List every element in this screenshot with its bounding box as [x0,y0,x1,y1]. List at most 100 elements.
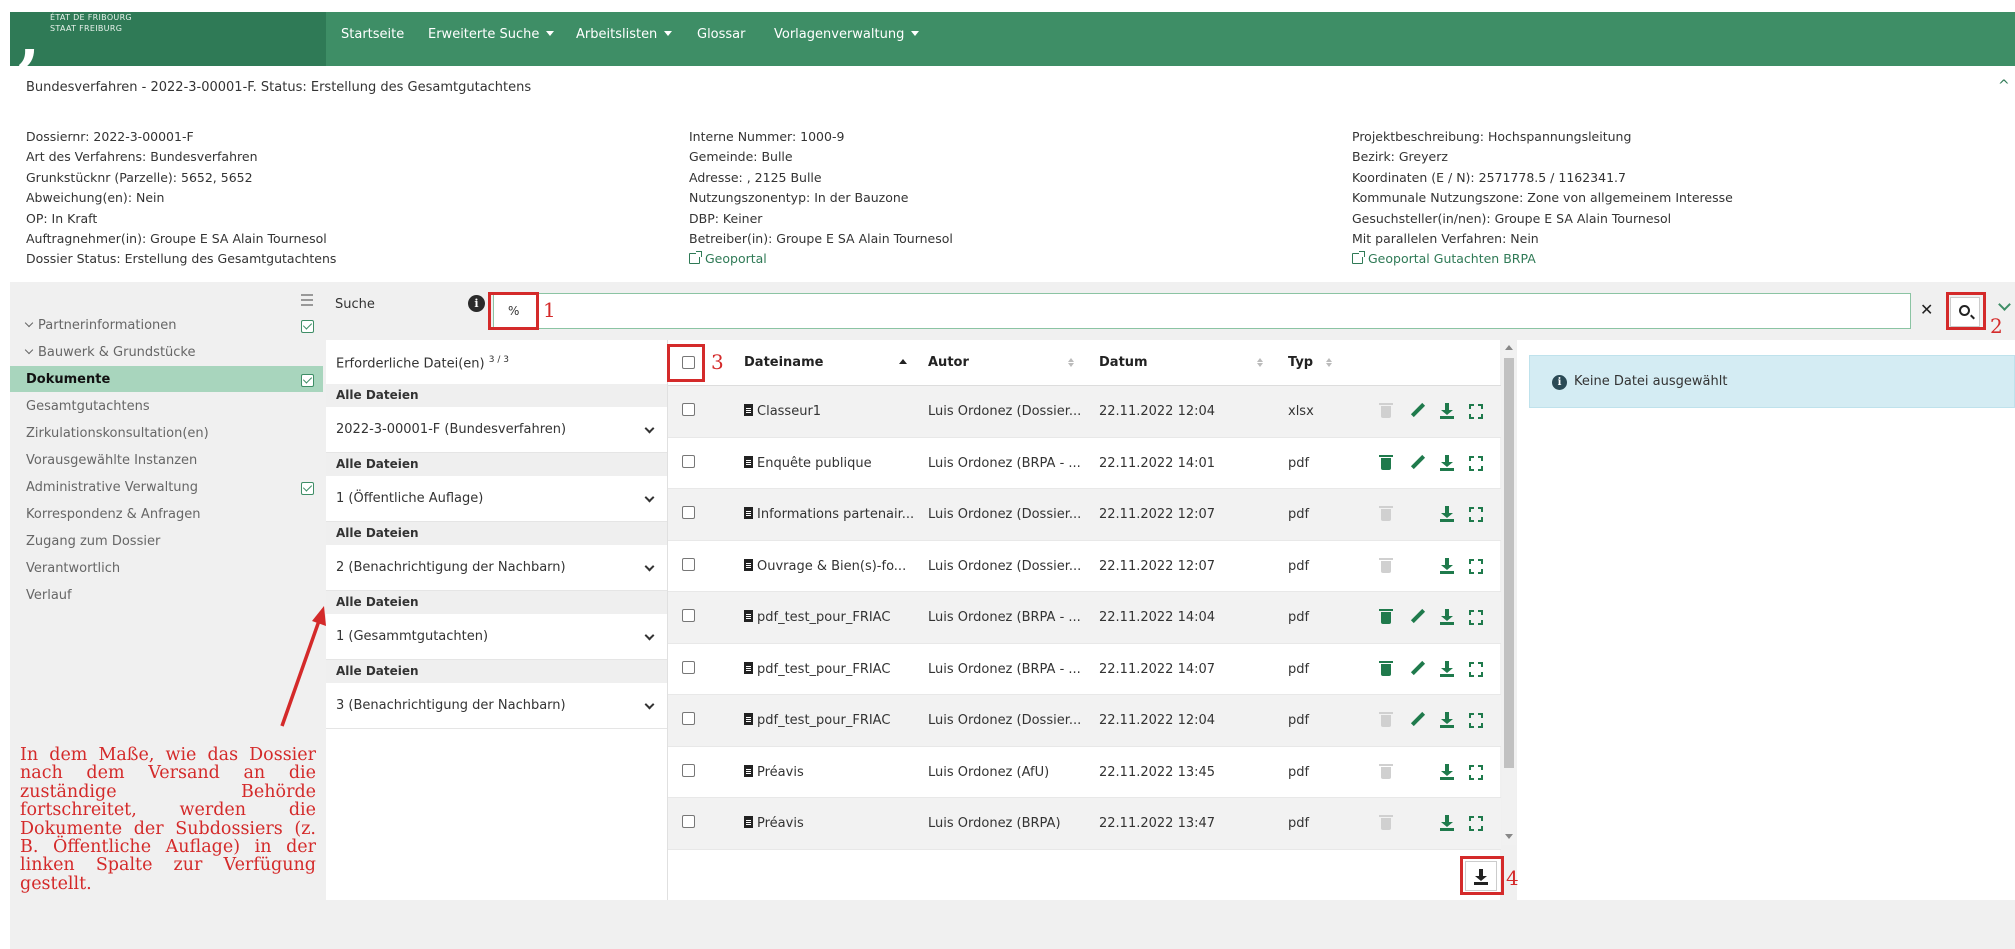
sidebar-item-3[interactable]: Gesamtgutachtens [26,399,150,414]
table-row[interactable]: Préavis Luis Ordonez (BRPA) 22.11.2022 13:… [668,798,1501,850]
sidebar-item-7[interactable]: Korrespondenz & Anfragen [26,507,200,522]
info-icon[interactable]: i [468,295,485,312]
fullscreen-icon[interactable] [1468,454,1484,472]
subdossier-select[interactable]: 3 (Benachrichtigung der Nachbarn) [326,683,667,729]
file-name-cell[interactable]: pdf_test_pour_FRIAC [744,661,890,677]
subdossier-select[interactable]: 2022-3-00001-F (Bundesverfahren) [326,407,667,453]
nav-item-1[interactable]: Erweiterte Suche [428,12,555,66]
hamburger-icon[interactable] [301,294,313,309]
fullscreen-icon[interactable] [1468,763,1484,781]
nav-item-label: Startseite [341,27,405,42]
row-checkbox[interactable] [682,609,695,622]
table-row[interactable]: Informations partenair... Luis Ordonez (D… [668,489,1501,541]
column-header-datum[interactable]: Datum [1099,355,1148,370]
nav-item-2[interactable]: Arbeitslisten [576,12,673,66]
table-row[interactable]: Enquête publique Luis Ordonez (BRPA - ...… [668,438,1501,489]
row-checkbox[interactable] [682,506,695,519]
row-checkbox[interactable] [682,660,695,674]
sidebar-item-5[interactable]: Vorausgewählte Instanzen [26,453,197,468]
scrollbar-thumb[interactable] [1504,358,1514,768]
sidebar-item-8[interactable]: Zugang zum Dossier [26,534,160,549]
row-checkbox[interactable] [682,815,695,828]
column-header-autor[interactable]: Autor [928,355,969,370]
file-name-cell[interactable]: pdf_test_pour_FRIAC [744,610,890,625]
file-name-cell[interactable]: Préavis [744,764,804,780]
date-cell: 22.11.2022 12:04 [1099,713,1216,728]
table-row[interactable]: Préavis Luis Ordonez (AfU) 22.11.2022 13:4… [668,747,1501,798]
row-checkbox[interactable] [682,763,695,777]
scroll-up-icon[interactable] [1505,345,1513,350]
column-header-typ[interactable]: Typ [1288,355,1313,370]
trash-icon[interactable] [1379,660,1395,678]
pencil-icon[interactable] [1410,660,1426,678]
row-checkbox[interactable] [682,712,695,725]
sort-icon[interactable] [1326,358,1332,367]
sort-icon[interactable] [1068,358,1074,367]
row-checkbox[interactable] [682,454,695,468]
download-icon[interactable] [1440,557,1456,575]
download-icon[interactable] [1440,454,1456,472]
sidebar-item-4[interactable]: Zirkulationskonsultation(en) [26,426,209,441]
trash-icon[interactable] [1379,608,1395,626]
row-checkbox[interactable] [682,557,695,571]
sidebar-item-0[interactable]: Partnerinformationen [24,318,177,333]
download-icon[interactable] [1440,763,1456,781]
subdossier-select[interactable]: 1 (Öffentliche Auflage) [326,476,667,522]
sidebar-item-6[interactable]: Administrative Verwaltung [26,480,198,495]
nav-item-3[interactable]: Glossar [697,12,746,66]
trash-icon [1379,505,1395,523]
download-icon[interactable] [1440,660,1456,678]
fullscreen-icon[interactable] [1468,402,1484,420]
file-name-cell[interactable]: Enquête publique [744,455,872,471]
file-name-cell[interactable]: Préavis [744,816,804,831]
table-row[interactable]: pdf_test_pour_FRIAC Luis Ordonez (Dossier… [668,695,1501,747]
fullscreen-icon[interactable] [1468,711,1484,729]
file-name-cell[interactable]: Informations partenair... [744,507,914,522]
file-name-cell[interactable]: Classeur1 [744,404,821,419]
sidebar-item-9[interactable]: Verantwortlich [26,561,120,576]
geoportal-link[interactable]: Geoportal [689,249,953,269]
fullscreen-icon[interactable] [1468,608,1484,626]
subdossier-select[interactable]: 2 (Benachrichtigung der Nachbarn) [326,545,667,591]
sort-icon[interactable] [1257,358,1263,367]
chevron-up-icon[interactable]: ^ [1998,78,2010,94]
download-icon[interactable] [1440,814,1456,832]
fullscreen-icon[interactable] [1468,660,1484,678]
trash-icon [1379,557,1395,575]
annotation-box-4 [1460,856,1504,895]
sidebar-item-10[interactable]: Verlauf [26,588,72,603]
trash-icon[interactable] [1379,454,1395,472]
table-row[interactable]: pdf_test_pour_FRIAC Luis Ordonez (BRPA - … [668,644,1501,695]
download-icon[interactable] [1440,402,1456,420]
table-row[interactable]: pdf_test_pour_FRIAC Luis Ordonez (BRPA - … [668,592,1501,644]
pencil-icon[interactable] [1410,711,1426,729]
search-input[interactable] [493,293,1911,329]
download-icon[interactable] [1440,711,1456,729]
table-row[interactable]: Classeur1 Luis Ordonez (Dossier... 22.11.2… [668,386,1501,438]
pencil-icon[interactable] [1410,402,1426,420]
nav-item-4[interactable]: Vorlagenverwaltung [774,12,920,66]
column-header-dateiname[interactable]: Dateiname [744,355,823,370]
sidebar-item-1[interactable]: Bauwerk & Grundstücke [24,345,196,360]
download-icon[interactable] [1440,505,1456,523]
geoportal-gutachten-link[interactable]: Geoportal Gutachten BRPA [1352,249,1733,269]
sort-asc-icon[interactable] [899,359,907,364]
sidebar-item-label: Vorausgewählte Instanzen [26,453,198,468]
scroll-down-icon[interactable] [1505,834,1513,839]
row-checkbox[interactable] [682,403,695,416]
fullscreen-icon[interactable] [1468,505,1484,523]
fullscreen-icon[interactable] [1468,557,1484,575]
pencil-icon[interactable] [1410,608,1426,626]
table-row[interactable]: Ouvrage & Bien(s)-fo... Luis Ordonez (Dos… [668,541,1501,592]
fullscreen-icon[interactable] [1468,814,1484,832]
download-icon[interactable] [1440,608,1456,626]
pencil-icon[interactable] [1410,454,1426,472]
brand-logo[interactable]: , ÉTAT DE FRIBOURG STAAT FREIBURG [10,6,326,70]
nav-item-0[interactable]: Startseite [341,12,404,66]
sidebar-item-label: Bauwerk & Grundstücke [38,345,196,360]
subdossier-select[interactable]: 1 (Gesammtgutachten) [326,614,667,660]
file-name-cell[interactable]: pdf_test_pour_FRIAC [744,713,890,728]
clear-search-icon[interactable]: ✕ [1920,300,1933,319]
sidebar-item-2[interactable]: Dokumente [26,372,110,387]
file-name-cell[interactable]: Ouvrage & Bien(s)-fo... [744,558,906,574]
